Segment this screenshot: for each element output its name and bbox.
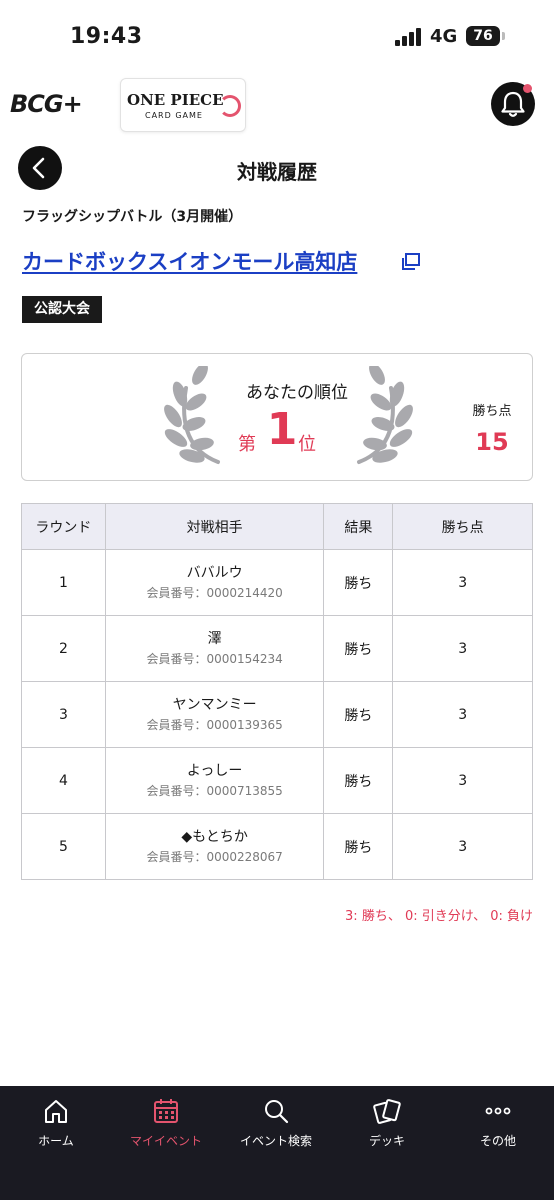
points-cell: 3 xyxy=(392,681,533,748)
member-id: 会員番号：0000713855 xyxy=(146,783,283,798)
opponent-cell: 澤会員番号：0000154234 xyxy=(104,615,325,682)
result-cell: 勝ち xyxy=(323,813,394,880)
more-icon xyxy=(485,1107,511,1115)
battery-cap xyxy=(502,32,505,40)
brand-logo[interactable]: BCG+ xyxy=(10,90,83,118)
event-name: フラッグシップバトル（3月開催） xyxy=(22,209,243,225)
official-tournament-badge: 公認大会 xyxy=(22,296,102,323)
opponent-cell: ヤンマンミー会員番号：0000139365 xyxy=(104,681,325,748)
bottom-nav: ホーム マイイベント イベント検索 デッキ その他 xyxy=(0,1086,554,1200)
cards-icon xyxy=(373,1099,401,1124)
home-icon xyxy=(45,1100,67,1123)
partner-logo-subtitle: CARD GAME xyxy=(145,111,203,120)
points-legend: 3: 勝ち、 0: 引き分け、 0: 負け xyxy=(345,909,533,924)
nav-label: デッキ xyxy=(368,1134,405,1148)
nav-label: マイイベント xyxy=(129,1134,202,1148)
opponent-name: ◆もとちか xyxy=(181,828,248,845)
header-round: ラウンド xyxy=(21,503,106,550)
member-id: 会員番号：0000139365 xyxy=(146,717,283,732)
rank-suffix: 位 xyxy=(298,434,316,455)
total-points-value: 15 xyxy=(475,428,509,456)
table-row: 4 よっしー会員番号：0000713855 勝ち 3 xyxy=(21,747,533,814)
table-row: 5 ◆もとちか会員番号：0000228067 勝ち 3 xyxy=(21,813,533,880)
opponent-name: ヤンマンミー xyxy=(172,696,257,713)
status-bar: 19:43 4G 76 xyxy=(0,0,554,72)
table-row: 2 澤会員番号：0000154234 勝ち 3 xyxy=(21,615,533,682)
opponent-cell: よっしー会員番号：0000713855 xyxy=(104,747,325,814)
nav-home[interactable]: ホーム xyxy=(1,1096,111,1149)
store-link[interactable]: カードボックスイオンモール高知店 xyxy=(22,246,357,276)
nav-label: イベント検索 xyxy=(239,1134,312,1148)
partner-logo[interactable]: ONE PIECE CARD GAME xyxy=(120,78,246,132)
result-cell: 勝ち xyxy=(323,747,394,814)
round-cell: 2 xyxy=(21,615,106,682)
status-time: 19:43 xyxy=(70,24,143,49)
rank-prefix: 第 xyxy=(238,434,256,455)
opponent-name: よっしー xyxy=(186,762,243,779)
nav-label: その他 xyxy=(479,1134,516,1148)
nav-more[interactable]: その他 xyxy=(443,1096,553,1149)
points-cell: 3 xyxy=(392,549,533,616)
page-title: 対戦履歴 xyxy=(237,160,317,184)
signal-icon xyxy=(395,28,425,46)
member-id: 会員番号：0000228067 xyxy=(146,849,283,864)
header-points: 勝ち点 xyxy=(392,503,533,550)
rank-number: 1 xyxy=(266,404,298,455)
search-icon xyxy=(265,1100,289,1124)
rank-label: あなたの順位 xyxy=(246,383,348,403)
round-cell: 3 xyxy=(21,681,106,748)
external-link-icon[interactable] xyxy=(400,251,422,273)
nav-label: ホーム xyxy=(38,1134,74,1148)
opponent-name: 澤 xyxy=(207,630,222,647)
partner-logo-title: ONE PIECE xyxy=(127,91,224,109)
member-id: 会員番号：0000214420 xyxy=(146,585,283,600)
nav-my-events[interactable]: マイイベント xyxy=(111,1096,221,1149)
result-cell: 勝ち xyxy=(323,549,394,616)
network-type: 4G xyxy=(430,26,458,47)
points-cell: 3 xyxy=(392,813,533,880)
notification-dot xyxy=(523,84,532,93)
member-id: 会員番号：0000154234 xyxy=(146,651,283,666)
points-cell: 3 xyxy=(392,747,533,814)
header-opponent: 対戦相手 xyxy=(104,503,325,550)
table-row: 3 ヤンマンミー会員番号：0000139365 勝ち 3 xyxy=(21,681,533,748)
app-header: BCG+ ONE PIECE CARD GAME xyxy=(0,72,554,140)
points-cell: 3 xyxy=(392,615,533,682)
match-results-table: ラウンド 対戦相手 結果 勝ち点 1 ババルウ会員番号：0000214420 勝… xyxy=(21,503,533,880)
opponent-name: ババルウ xyxy=(186,564,243,581)
battery-icon: 76 xyxy=(466,26,500,46)
round-cell: 5 xyxy=(21,813,106,880)
opponent-cell: ババルウ会員番号：0000214420 xyxy=(104,549,325,616)
round-cell: 1 xyxy=(21,549,106,616)
result-cell: 勝ち xyxy=(323,681,394,748)
total-points-label: 勝ち点 xyxy=(472,404,512,419)
nav-deck[interactable]: デッキ xyxy=(332,1096,442,1149)
table-header-row: ラウンド 対戦相手 結果 勝ち点 xyxy=(21,503,533,550)
refresh-ring-icon xyxy=(219,95,241,117)
round-cell: 4 xyxy=(21,747,106,814)
nav-event-search[interactable]: イベント検索 xyxy=(221,1096,331,1149)
rank-card: あなたの順位 第 1 位 勝ち点 15 xyxy=(21,353,533,481)
calendar-icon xyxy=(154,1099,178,1123)
opponent-cell: ◆もとちか会員番号：0000228067 xyxy=(104,813,325,880)
header-result: 結果 xyxy=(323,503,394,550)
result-cell: 勝ち xyxy=(323,615,394,682)
table-row: 1 ババルウ会員番号：0000214420 勝ち 3 xyxy=(21,549,533,616)
